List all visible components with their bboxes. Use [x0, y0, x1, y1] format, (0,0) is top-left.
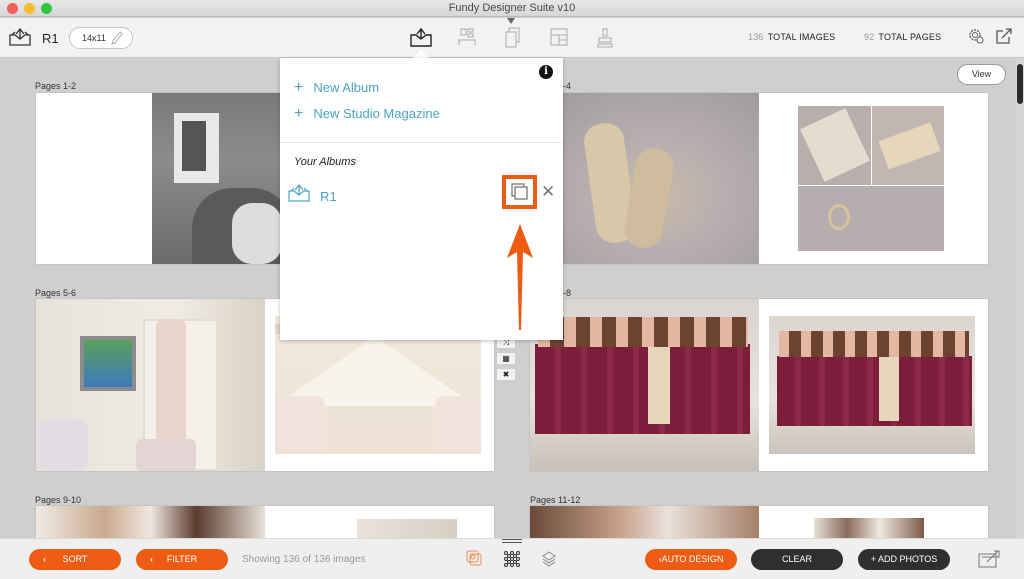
sort-button[interactable]: ‹ SORT [29, 549, 121, 570]
vertical-scrollbar[interactable] [1016, 58, 1024, 538]
photo-dress-detail[interactable] [530, 506, 759, 538]
bottom-toolbar: ‹ SORT ‹ FILTER Showing 136 of 136 image… [0, 538, 1024, 579]
maximize-window-button[interactable] [41, 3, 52, 14]
duplicate-album-button[interactable] [502, 175, 537, 209]
close-window-button[interactable] [7, 3, 18, 14]
duplicate-icon [510, 182, 530, 207]
chevron-left-icon: ‹ [43, 554, 46, 564]
external-link-icon[interactable] [995, 27, 1013, 50]
filter-button[interactable]: ‹ FILTER [136, 549, 228, 570]
auto-design-label: ‹AUTO DESIGN [658, 554, 724, 564]
new-album-label: New Album [313, 80, 380, 95]
photo-getting-ready[interactable] [36, 506, 265, 538]
layout-icon[interactable] [547, 27, 571, 49]
photo-bow[interactable] [872, 106, 944, 185]
stacked-photos-icon[interactable] [466, 550, 484, 573]
grid-dots-icon[interactable] [503, 550, 521, 573]
your-albums-heading: Your Albums [294, 156, 356, 168]
album-name: R1 [42, 31, 59, 46]
add-photos-button[interactable]: + ADD PHOTOS [858, 549, 950, 570]
window-title: Fundy Designer Suite v10 [448, 2, 576, 14]
stamp-icon[interactable] [593, 27, 617, 49]
spread-pages-11-12[interactable] [530, 506, 988, 538]
spread-pages-7-8[interactable] [530, 299, 988, 471]
proof-pages-icon[interactable] [501, 27, 525, 49]
photo-dress-room[interactable] [36, 299, 265, 471]
filter-label: FILTER [166, 554, 198, 564]
auto-design-button[interactable]: ‹AUTO DESIGN [645, 549, 737, 570]
spread-label: Pages 9-10 [35, 495, 82, 505]
annotation-arrow-icon [507, 224, 533, 330]
photo-bridesmaids-1[interactable] [530, 299, 759, 471]
new-studio-magazine-label: New Studio Magazine [313, 106, 440, 121]
photo-ring[interactable] [798, 186, 944, 251]
traffic-lights [7, 3, 52, 14]
popover-divider [280, 142, 563, 143]
album-size-button[interactable]: 14x11 [69, 27, 133, 49]
expand-photos-icon[interactable] [978, 549, 1002, 574]
spread-label: Pages 11-12 [530, 495, 581, 505]
top-toolbar: R1 14x11 136 TOTAL IMAGES 92 TOTAL PAGES [0, 18, 1024, 58]
drag-handle[interactable] [502, 539, 522, 543]
pencil-icon [111, 31, 123, 52]
clear-label: CLEAR [781, 554, 812, 564]
info-icon[interactable]: i [539, 65, 553, 79]
module-nav [409, 27, 617, 49]
sort-label: SORT [62, 554, 88, 564]
spread-pages-9-10[interactable] [36, 506, 494, 538]
photo-garter[interactable] [798, 106, 871, 185]
total-pages-label: TOTAL PAGES [878, 32, 942, 42]
photo-shoes[interactable] [530, 93, 759, 264]
view-button[interactable]: View [957, 64, 1006, 85]
photo-bridesmaids-2[interactable] [769, 316, 975, 454]
grid-icon[interactable]: ▦ [496, 352, 516, 365]
spread-tools: ⤨ ▦ ✖ [496, 336, 516, 381]
spread-label: Pages 1-2 [35, 81, 77, 91]
album-designer-icon[interactable] [409, 27, 433, 49]
total-pages-count: 92 [864, 32, 875, 42]
photo-portraits[interactable] [814, 518, 924, 538]
total-images-label: TOTAL IMAGES [767, 32, 836, 42]
showing-count: Showing 136 of 136 images [242, 554, 366, 565]
total-pages-stat: 92 TOTAL PAGES [864, 32, 941, 42]
album-book-icon[interactable] [9, 27, 31, 51]
album-list-item-r1[interactable]: R1 [320, 189, 337, 204]
plus-icon: + [294, 79, 304, 96]
window-titlebar: Fundy Designer Suite v10 [0, 0, 1024, 17]
wall-art-icon[interactable] [455, 27, 479, 49]
album-size-label: 14x11 [82, 33, 106, 43]
total-images-count: 136 [748, 32, 764, 42]
new-studio-magazine-button[interactable]: + New Studio Magazine [294, 105, 440, 123]
total-images-stat: 136 TOTAL IMAGES [748, 32, 835, 42]
new-album-button[interactable]: + New Album [294, 79, 379, 97]
plus-icon: + [294, 105, 304, 122]
add-photos-label: + ADD PHOTOS [870, 554, 938, 564]
spread-pages-3-4[interactable] [530, 93, 988, 264]
clear-button[interactable]: CLEAR [751, 549, 843, 570]
layers-icon[interactable] [541, 551, 557, 572]
remove-icon[interactable]: ✖ [496, 368, 516, 381]
delete-album-button[interactable]: ✕ [541, 183, 555, 200]
photo-getting-ready-2[interactable] [357, 519, 457, 538]
scrollbar-thumb[interactable] [1017, 64, 1023, 104]
active-module-pointer [507, 18, 515, 24]
gear-icon[interactable] [967, 27, 985, 50]
spread-label: Pages 5-6 [35, 288, 77, 298]
minimize-window-button[interactable] [24, 3, 35, 14]
album-book-icon [288, 184, 310, 207]
chevron-left-icon: ‹ [150, 554, 153, 564]
